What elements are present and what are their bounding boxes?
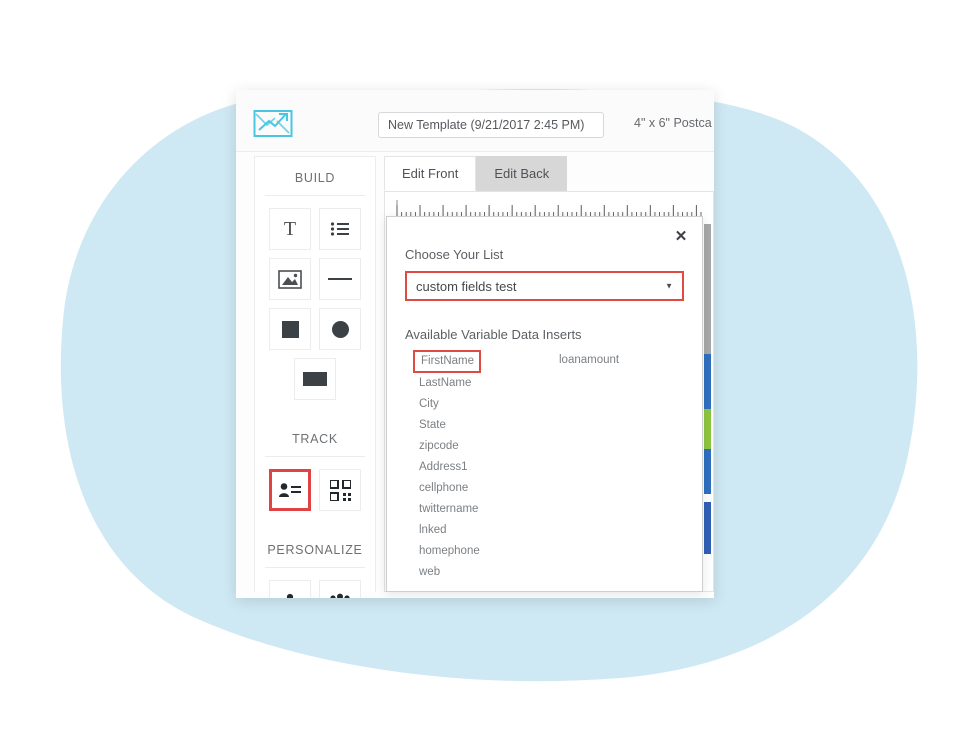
contact-list-tool-button[interactable] [269, 469, 311, 511]
canvas-color-strip [704, 224, 711, 554]
person-with-lines-icon [279, 482, 301, 497]
screenshot-stage: New Template (9/21/2017 2:45 PM) 4" x 6"… [0, 0, 960, 750]
personalize-tool-grid [255, 580, 375, 598]
color-strip-segment [704, 409, 711, 449]
people-group-icon [330, 593, 350, 598]
filled-rectangle-icon [303, 372, 327, 386]
color-strip-segment [704, 224, 711, 354]
image-tool-button[interactable] [269, 258, 311, 300]
color-strip-segment [704, 494, 711, 502]
person-icon [286, 593, 294, 598]
variable-field-item[interactable]: State [405, 415, 545, 436]
filled-circle-icon [331, 320, 349, 338]
available-inserts-heading: Available Variable Data Inserts [405, 327, 582, 342]
sidebar-divider-build [265, 195, 365, 196]
group-people-tool-button[interactable] [319, 580, 361, 598]
sidebar-section-title-build: BUILD [294, 171, 336, 185]
template-name-input[interactable]: New Template (9/21/2017 2:45 PM) [378, 112, 604, 138]
app-topbar: New Template (9/21/2017 2:45 PM) 4" x 6"… [236, 90, 714, 152]
editor-tabs: Edit Front Edit Back [384, 156, 568, 191]
list-select-value: custom fields test [416, 278, 517, 294]
rectangle-tool-button[interactable] [294, 358, 336, 400]
variable-field-item[interactable]: loanamount [555, 350, 695, 371]
tab-edit-back[interactable]: Edit Back [476, 156, 568, 191]
choose-list-label: Choose Your List [405, 247, 504, 262]
single-person-tool-button[interactable] [269, 580, 311, 598]
envelope-chart-logo-icon [253, 110, 293, 137]
variable-data-modal: ✕ Choose Your List custom fields test ▼ … [386, 216, 703, 592]
line-tool-button[interactable] [319, 258, 361, 300]
color-strip-segment [704, 502, 711, 554]
sidebar-section-title-personalize: PERSONALIZE [267, 543, 363, 557]
sidebar-section-title-track: TRACK [292, 432, 338, 446]
color-strip-segment [704, 354, 711, 409]
fields-column-2: loanamount [555, 350, 695, 371]
text-T-icon: T [283, 218, 297, 240]
variable-field-item[interactable]: Address1 [405, 457, 545, 478]
variable-field-item[interactable]: twittername [405, 499, 545, 520]
variable-field-item[interactable]: zipcode [405, 436, 545, 457]
sidebar-divider-track [265, 456, 365, 457]
tab-edit-front[interactable]: Edit Front [384, 156, 477, 191]
square-tool-button[interactable] [269, 308, 311, 350]
fields-column-1: FirstName LastName City State zipcode Address… [405, 350, 545, 583]
list-select-dropdown[interactable]: custom fields test ▼ [405, 271, 684, 301]
image-picture-icon [278, 269, 302, 289]
app-window: New Template (9/21/2017 2:45 PM) 4" x 6"… [236, 90, 714, 598]
close-x-icon[interactable]: ✕ [671, 226, 691, 246]
filled-square-icon [281, 320, 299, 338]
variable-fields-list: FirstName LastName City State zipcode Address… [405, 350, 684, 598]
variable-field-item[interactable]: FirstName [413, 350, 481, 373]
postcard-size-label: 4" x 6" Postca [634, 116, 712, 130]
qr-code-tool-button[interactable] [319, 469, 361, 511]
qr-code-icon [329, 479, 351, 501]
variable-field-item[interactable]: LastName [405, 373, 545, 394]
track-tool-grid [255, 469, 375, 515]
horizontal-line-icon [328, 278, 352, 280]
circle-tool-button[interactable] [319, 308, 361, 350]
tools-sidebar: BUILD T TRACK PERSONALIZE [254, 156, 376, 598]
variable-field-item[interactable]: lnked [405, 520, 545, 541]
variable-field-item[interactable]: City [405, 394, 545, 415]
variable-field-item[interactable]: web [405, 562, 545, 583]
build-tool-grid: T [255, 208, 375, 404]
chevron-down-icon: ▼ [665, 281, 673, 291]
color-strip-segment [704, 449, 711, 494]
modal-body: Choose Your List custom fields test ▼ Av… [387, 217, 702, 598]
text-tool-button[interactable]: T [269, 208, 311, 250]
list-tool-button[interactable] [319, 208, 361, 250]
variable-field-item[interactable]: homephone [405, 541, 545, 562]
variable-field-item[interactable]: cellphone [405, 478, 545, 499]
sidebar-divider-personalize [265, 567, 365, 568]
bulleted-list-icon [330, 222, 349, 236]
